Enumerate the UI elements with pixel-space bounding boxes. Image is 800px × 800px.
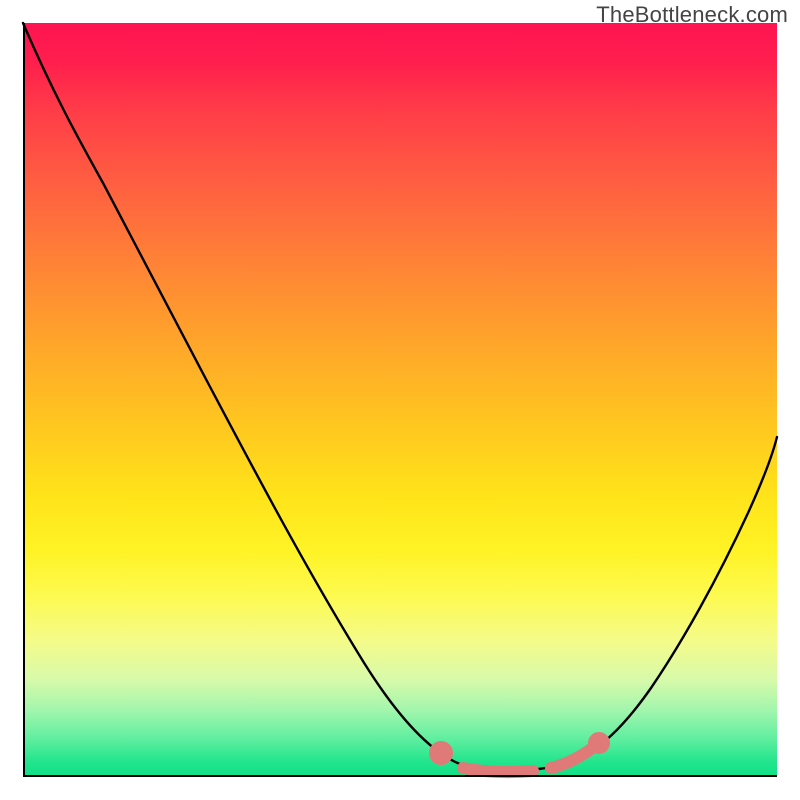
chart-svg — [23, 23, 777, 777]
sweet-spot-highlight-group — [435, 738, 604, 772]
bottleneck-curve-path — [23, 23, 777, 771]
bottleneck-chart: TheBottleneck.com — [0, 0, 800, 800]
watermark-text: TheBottleneck.com — [596, 2, 788, 28]
